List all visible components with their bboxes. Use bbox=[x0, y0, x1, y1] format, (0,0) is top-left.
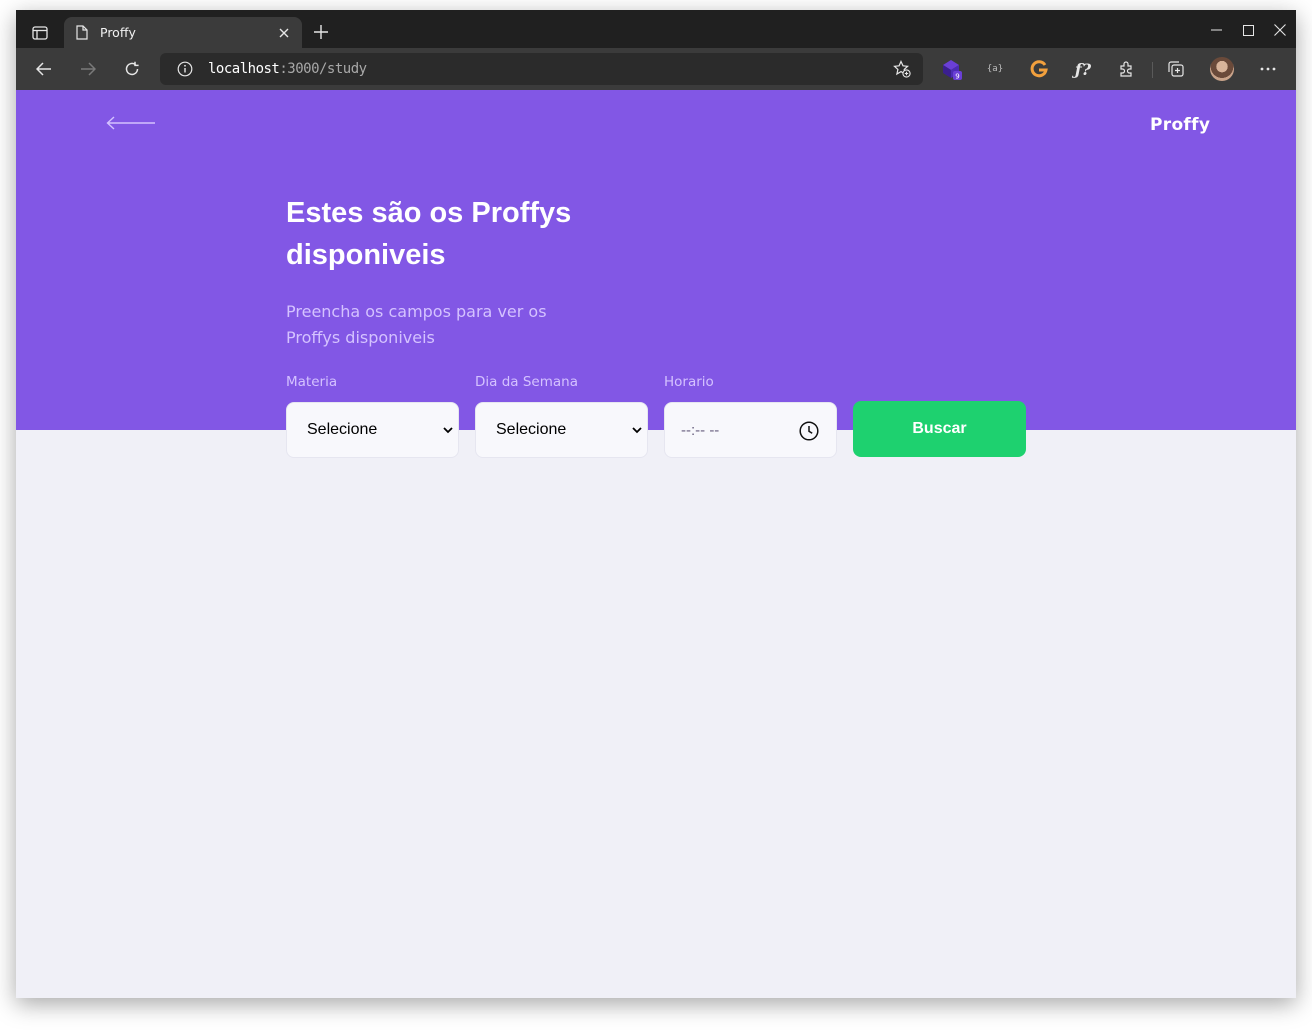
page-icon bbox=[76, 25, 90, 41]
subject-select[interactable]: Selecione bbox=[286, 402, 459, 458]
subject-label: Materia bbox=[286, 374, 338, 390]
maximize-icon[interactable] bbox=[1238, 20, 1258, 40]
back-icon[interactable] bbox=[31, 57, 57, 81]
site-info-icon[interactable] bbox=[176, 60, 194, 78]
url-text: localhost:3000/study bbox=[208, 61, 367, 77]
time-input[interactable]: --:-- -- bbox=[664, 402, 837, 458]
weekday-label: Dia da Semana bbox=[475, 374, 578, 390]
extension-function-icon[interactable]: ƒ? bbox=[1070, 57, 1096, 81]
extension-brackets-icon[interactable]: {a} bbox=[982, 57, 1008, 81]
chevron-down-icon bbox=[443, 427, 453, 434]
toolbar-divider bbox=[1152, 62, 1153, 78]
page-header: Proffy Estes são os Proffys disponiveis … bbox=[16, 90, 1296, 430]
browser-toolbar: localhost:3000/study 9 {a} ƒ? bbox=[16, 48, 1296, 90]
profile-avatar[interactable] bbox=[1210, 57, 1234, 81]
collections-icon[interactable] bbox=[1163, 57, 1189, 81]
close-window-icon[interactable] bbox=[1270, 20, 1290, 40]
more-options-icon[interactable] bbox=[1255, 57, 1281, 81]
page-content: Proffy Estes são os Proffys disponiveis … bbox=[16, 90, 1296, 998]
address-bar[interactable]: localhost:3000/study bbox=[160, 53, 923, 85]
weekday-select-value: Selecione bbox=[496, 421, 567, 438]
page-description: Preencha os campos para ver os Proffys d… bbox=[286, 302, 547, 347]
chevron-down-icon bbox=[632, 427, 642, 434]
svg-text:9: 9 bbox=[955, 72, 959, 80]
extension-g-icon[interactable] bbox=[1026, 57, 1052, 81]
extensions-puzzle-icon[interactable] bbox=[1114, 57, 1140, 81]
close-tab-icon[interactable] bbox=[276, 25, 292, 41]
search-button[interactable]: Buscar bbox=[853, 401, 1026, 457]
clock-icon[interactable] bbox=[798, 420, 820, 442]
refresh-icon[interactable] bbox=[119, 57, 145, 81]
page-title: Estes são os Proffys disponiveis bbox=[286, 197, 572, 271]
forward-icon[interactable] bbox=[75, 57, 101, 81]
tab-proffy[interactable]: Proffy bbox=[64, 17, 302, 48]
time-input-placeholder: --:-- -- bbox=[681, 421, 720, 439]
back-arrow-icon[interactable] bbox=[106, 116, 156, 130]
time-label: Horario bbox=[664, 374, 714, 390]
subject-select-value: Selecione bbox=[307, 421, 378, 438]
tab-actions-button[interactable] bbox=[26, 21, 54, 45]
tab-bar: Proffy bbox=[16, 10, 1296, 48]
tab-title: Proffy bbox=[100, 25, 136, 40]
add-favorite-icon[interactable] bbox=[893, 60, 911, 78]
extension-cube-icon[interactable]: 9 bbox=[938, 57, 964, 81]
new-tab-icon[interactable] bbox=[311, 22, 331, 42]
tab-actions-icon bbox=[32, 26, 48, 40]
minimize-icon[interactable] bbox=[1206, 20, 1226, 40]
proffy-logo: Proffy bbox=[1150, 115, 1211, 135]
weekday-select[interactable]: Selecione bbox=[475, 402, 648, 458]
browser-window: Proffy localhost:3000/study 9 {a} ƒ? Pro… bbox=[16, 10, 1296, 998]
